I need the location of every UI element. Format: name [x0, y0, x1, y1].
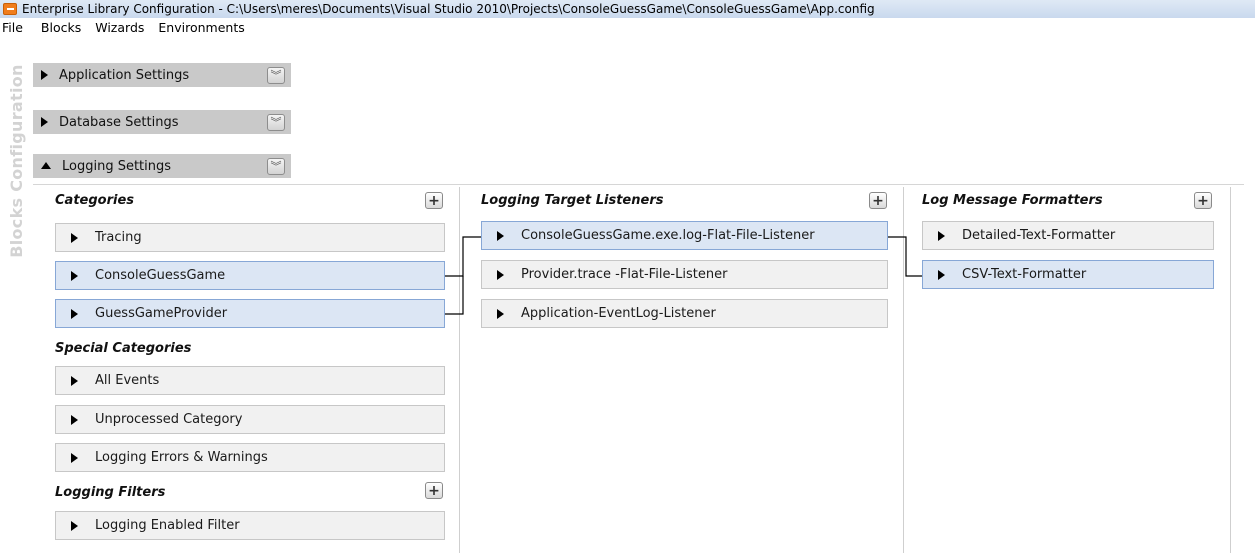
column-divider — [459, 187, 460, 553]
item-label: Detailed-Text-Formatter — [962, 228, 1116, 243]
section-label: Database Settings — [59, 114, 179, 130]
listener-item-application-eventlog[interactable]: Application-EventLog-Listener — [481, 299, 888, 328]
expand-arrow-icon — [71, 308, 78, 319]
item-label: All Events — [95, 373, 160, 388]
expand-arrow-icon — [938, 269, 945, 280]
collapse-chevron-icon[interactable]: ︾ — [267, 66, 285, 84]
section-application-settings[interactable]: Application Settings ︾ — [33, 63, 291, 87]
collapse-chevron-icon[interactable]: ︾ — [267, 113, 285, 131]
section-label: Logging Settings — [62, 158, 172, 174]
item-label: ConsoleGuessGame.exe.log-Flat-File-Liste… — [521, 228, 815, 243]
menu-file[interactable]: File — [0, 20, 29, 35]
add-listener-button[interactable]: + — [869, 192, 887, 209]
category-item-tracing[interactable]: Tracing — [55, 223, 445, 252]
filter-item-logging-enabled[interactable]: Logging Enabled Filter — [55, 511, 445, 540]
item-label: ConsoleGuessGame — [95, 268, 226, 283]
title-bar: Enterprise Library Configuration - C:\Us… — [0, 0, 1255, 18]
blocks-configuration-label: Blocks Configuration — [7, 64, 26, 258]
item-label: GuessGameProvider — [95, 306, 228, 321]
expand-arrow-icon — [41, 117, 48, 127]
formatter-item-csv-text[interactable]: CSV-Text-Formatter — [922, 260, 1214, 289]
expand-arrow-icon — [497, 230, 504, 241]
item-label: Application-EventLog-Listener — [521, 306, 716, 321]
expand-arrow-icon — [71, 452, 78, 463]
collapse-arrow-icon — [41, 161, 51, 169]
item-label: CSV-Text-Formatter — [962, 267, 1087, 282]
special-categories-title: Special Categories — [55, 341, 192, 356]
category-item-guessgameprovider[interactable]: GuessGameProvider — [55, 299, 445, 328]
formatter-item-detailed-text[interactable]: Detailed-Text-Formatter — [922, 221, 1214, 250]
section-database-settings[interactable]: Database Settings ︾ — [33, 110, 291, 134]
collapse-chevron-icon[interactable]: ︾ — [267, 157, 285, 175]
listener-item-provider-trace-flat-file[interactable]: Provider.trace -Flat-File-Listener — [481, 260, 888, 289]
item-label: Unprocessed Category — [95, 412, 243, 427]
expand-arrow-icon — [71, 270, 78, 281]
expand-arrow-icon — [497, 308, 504, 319]
add-filter-button[interactable]: + — [425, 482, 443, 499]
menu-environments[interactable]: Environments — [158, 20, 250, 35]
expand-arrow-icon — [497, 269, 504, 280]
category-item-consoleguessgame[interactable]: ConsoleGuessGame — [55, 261, 445, 290]
item-label: Logging Enabled Filter — [95, 518, 240, 533]
item-label: Logging Errors & Warnings — [95, 450, 268, 465]
logging-filters-title: Logging Filters — [55, 485, 166, 500]
listener-item-consoleguessgame-flat-file[interactable]: ConsoleGuessGame.exe.log-Flat-File-Liste… — [481, 221, 888, 250]
listeners-title: Logging Target Listeners — [481, 193, 664, 208]
menu-blocks[interactable]: Blocks — [41, 20, 87, 35]
special-category-item-unprocessed[interactable]: Unprocessed Category — [55, 405, 445, 434]
section-logging-settings[interactable]: Logging Settings ︾ — [33, 154, 291, 178]
expand-arrow-icon — [71, 414, 78, 425]
column-divider — [1230, 187, 1231, 553]
categories-title: Categories — [55, 193, 135, 208]
expand-arrow-icon — [71, 520, 78, 531]
expand-arrow-icon — [938, 230, 945, 241]
item-label: Provider.trace -Flat-File-Listener — [521, 267, 728, 282]
formatters-title: Log Message Formatters — [922, 193, 1103, 208]
window-title: Enterprise Library Configuration - C:\Us… — [22, 2, 875, 16]
menu-bar: File Blocks Wizards Environments — [0, 18, 259, 36]
special-category-item-all-events[interactable]: All Events — [55, 366, 445, 395]
menu-wizards[interactable]: Wizards — [95, 20, 150, 35]
add-category-button[interactable]: + — [425, 192, 443, 209]
item-label: Tracing — [95, 230, 142, 245]
add-formatter-button[interactable]: + — [1194, 192, 1212, 209]
special-category-item-errors-warnings[interactable]: Logging Errors & Warnings — [55, 443, 445, 472]
app-icon — [3, 3, 17, 15]
section-label: Application Settings — [59, 67, 190, 83]
expand-arrow-icon — [71, 375, 78, 386]
expand-arrow-icon — [41, 70, 48, 80]
expand-arrow-icon — [71, 232, 78, 243]
column-divider — [903, 187, 904, 553]
